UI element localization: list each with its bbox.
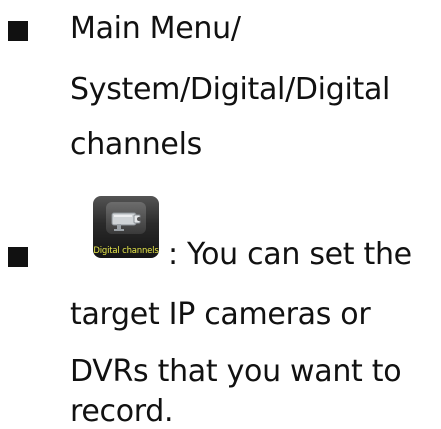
bullet-1-line-3: channels [70, 127, 202, 162]
bullet-marker [8, 21, 28, 41]
digital-channels-label: Digital channels [93, 246, 159, 256]
bullet-2-line-3: DVRs that you want to [70, 354, 402, 389]
bullet-1-line-1: Main Menu/ [70, 11, 241, 46]
bullet-2-line-4: record. [70, 394, 174, 429]
bullet-2-line-1: : You can set the [168, 237, 412, 272]
digital-channels-tile: Digital channels [93, 196, 159, 258]
bullet-marker [8, 247, 28, 267]
bullet-2-line-2: target IP cameras or [70, 297, 371, 332]
ip-camera-icon [106, 202, 146, 234]
bullet-1-line-2: System/Digital/Digital [70, 72, 391, 107]
